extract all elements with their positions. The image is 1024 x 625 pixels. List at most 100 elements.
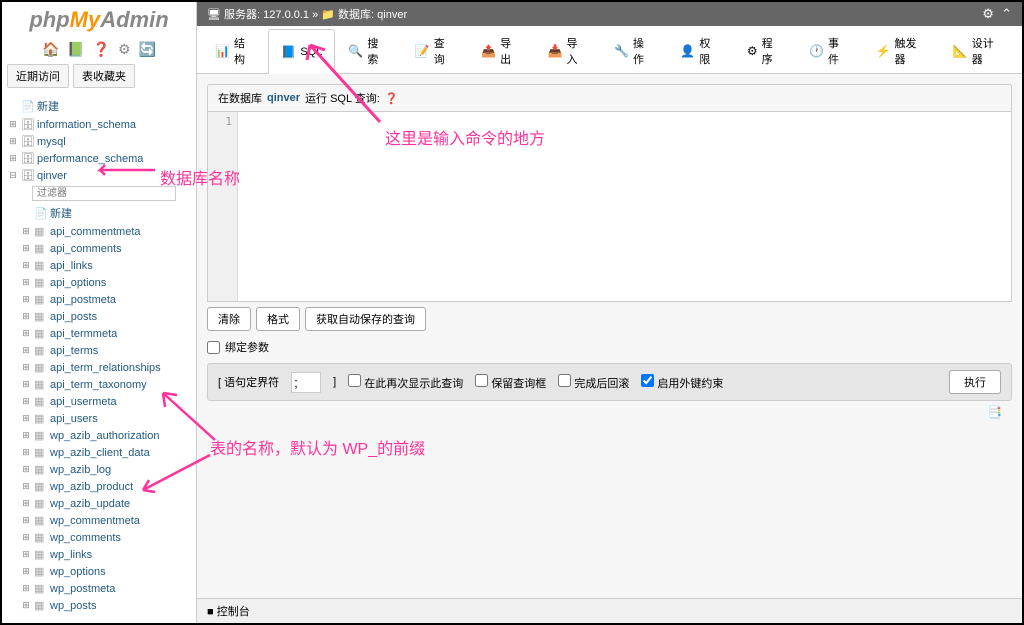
tree-table-wp_azib_authorization[interactable]: ⊞▦wp_azib_authorization <box>2 427 196 444</box>
settings-icon[interactable]: ⚙ <box>118 41 131 57</box>
tab-icon-5: 📥 <box>548 44 563 58</box>
tab-导出[interactable]: 📤导出 <box>468 28 534 73</box>
tab-icon-10: ⚡ <box>876 44 891 58</box>
tree-db-information_schema[interactable]: ⊞🗄information_schema <box>2 116 196 133</box>
sql-header: 在数据库 qinver 运行 SQL 查询: ❓ <box>207 84 1012 112</box>
format-button[interactable]: 格式 <box>256 307 300 331</box>
tab-事件[interactable]: 🕐事件 <box>796 28 862 73</box>
tab-icon-6: 🔧 <box>614 44 629 58</box>
collapse-icon[interactable]: ⌃ <box>1001 6 1012 21</box>
tree-table-api_term_taxonomy[interactable]: ⊞▦api_term_taxonomy <box>2 376 196 393</box>
tree-table-wp_options[interactable]: ⊞▦wp_options <box>2 563 196 580</box>
reshow-checkbox[interactable] <box>348 374 361 387</box>
tab-设计器[interactable]: 📐设计器 <box>940 28 1017 73</box>
tree-table-api_users[interactable]: ⊞▦api_users <box>2 410 196 427</box>
server-label: 服务器: <box>224 9 260 21</box>
server-link[interactable]: 127.0.0.1 <box>263 9 309 21</box>
favorites-button[interactable]: 表收藏夹 <box>73 64 135 88</box>
tree-table-wp_azib_product[interactable]: ⊞▦wp_azib_product <box>2 478 196 495</box>
delimiter-label: 语句定界符 <box>224 377 279 389</box>
sql-header-db[interactable]: qinver <box>267 92 300 104</box>
delimiter-row: [ 语句定界符 ] 在此再次显示此查询 保留查询框 完成后回滚 启用外键约束 执… <box>207 363 1012 401</box>
autosave-button[interactable]: 获取自动保存的查询 <box>305 307 426 331</box>
tree-table-api_postmeta[interactable]: ⊞▦api_postmeta <box>2 291 196 308</box>
db-icon: 📁 <box>321 9 335 21</box>
logo-php: php <box>29 7 69 32</box>
line-numbers: 1 <box>208 112 238 301</box>
toolbar-icons: 🏠 📗 ❓ ⚙ 🔄 <box>2 38 196 61</box>
tab-查询[interactable]: 📝查询 <box>402 28 468 73</box>
tree-table-wp_azib_log[interactable]: ⊞▦wp_azib_log <box>2 461 196 478</box>
tree-table-wp_posts[interactable]: ⊞▦wp_posts <box>2 597 196 614</box>
tab-结构[interactable]: 📊结构 <box>202 28 268 73</box>
tab-icon-2: 🔍 <box>348 44 363 58</box>
tree-table-api_options[interactable]: ⊞▦api_options <box>2 274 196 291</box>
retain-checkbox[interactable] <box>475 374 488 387</box>
logout-icon[interactable]: 📗 <box>67 41 84 57</box>
tree-table-wp_comments[interactable]: ⊞▦wp_comments <box>2 529 196 546</box>
tree-new-table[interactable]: 📄新建 <box>2 203 196 223</box>
tree-table-wp_commentmeta[interactable]: ⊞▦wp_commentmeta <box>2 512 196 529</box>
tree-table-wp_azib_update[interactable]: ⊞▦wp_azib_update <box>2 495 196 512</box>
sql-header-prefix: 在数据库 <box>218 90 262 106</box>
tab-权限[interactable]: 👤权限 <box>667 28 733 73</box>
docs-icon[interactable]: ❓ <box>93 41 110 57</box>
db-label: 数据库: <box>338 9 374 21</box>
tree-table-api_commentmeta[interactable]: ⊞▦api_commentmeta <box>2 223 196 240</box>
tab-icon-9: 🕐 <box>809 44 824 58</box>
tab-程序[interactable]: ⚙程序 <box>734 28 796 73</box>
logo[interactable]: phpMyAdmin <box>2 2 196 38</box>
sql-editor[interactable] <box>238 112 1011 301</box>
rollback-checkbox[interactable] <box>558 374 571 387</box>
server-icon: 🖥 <box>207 9 221 21</box>
main-panel: 🖥 服务器: 127.0.0.1 » 📁 数据库: qinver ⚙ ⌃ 📊结构… <box>197 2 1022 623</box>
tree-table-wp_azib_client_data[interactable]: ⊞▦wp_azib_client_data <box>2 444 196 461</box>
bind-params-checkbox[interactable] <box>207 341 220 354</box>
tree-table-api_links[interactable]: ⊞▦api_links <box>2 257 196 274</box>
tree-table-api_comments[interactable]: ⊞▦api_comments <box>2 240 196 257</box>
help-icon[interactable]: ❓ <box>385 92 399 105</box>
logo-my: My <box>70 7 101 32</box>
tree-table-api_term_relationships[interactable]: ⊞▦api_term_relationships <box>2 359 196 376</box>
home-icon[interactable]: 🏠 <box>42 41 59 57</box>
tab-icon-1: 📘 <box>281 45 296 59</box>
tab-SQL[interactable]: 📘SQL <box>268 29 335 74</box>
tab-icon-8: ⚙ <box>747 44 758 58</box>
tab-导入[interactable]: 📥导入 <box>535 28 601 73</box>
breadcrumb: 🖥 服务器: 127.0.0.1 » 📁 数据库: qinver ⚙ ⌃ <box>197 2 1022 26</box>
tree-table-api_terms[interactable]: ⊞▦api_terms <box>2 342 196 359</box>
tree-table-api_termmeta[interactable]: ⊞▦api_termmeta <box>2 325 196 342</box>
db-link[interactable]: qinver <box>377 9 407 21</box>
tab-搜索[interactable]: 🔍搜索 <box>335 28 401 73</box>
tabs: 📊结构📘SQL🔍搜索📝查询📤导出📥导入🔧操作👤权限⚙程序🕐事件⚡触发器📐设计器 <box>197 26 1022 74</box>
fk-checkbox[interactable] <box>641 374 654 387</box>
tree-table-api_posts[interactable]: ⊞▦api_posts <box>2 308 196 325</box>
tab-icon-4: 📤 <box>481 44 496 58</box>
sidebar: phpMyAdmin 🏠 📗 ❓ ⚙ 🔄 近期访问 表收藏夹 📄新建⊞🗄info… <box>2 2 197 623</box>
tab-icon-0: 📊 <box>215 44 230 58</box>
delimiter-input[interactable] <box>291 372 321 393</box>
tree-table-wp_links[interactable]: ⊞▦wp_links <box>2 546 196 563</box>
bookmark-icon[interactable]: 📑 <box>207 401 1012 423</box>
db-tree: 📄新建⊞🗄information_schema⊞🗄mysql⊞🗄performa… <box>2 91 196 623</box>
tab-操作[interactable]: 🔧操作 <box>601 28 667 73</box>
tab-icon-3: 📝 <box>415 44 430 58</box>
clear-button[interactable]: 清除 <box>207 307 251 331</box>
recent-button[interactable]: 近期访问 <box>7 64 69 88</box>
tree-new[interactable]: 📄新建 <box>2 96 196 116</box>
tree-table-api_usermeta[interactable]: ⊞▦api_usermeta <box>2 393 196 410</box>
tree-db-qinver[interactable]: ⊟🗄qinver <box>2 167 196 184</box>
reload-icon[interactable]: 🔄 <box>139 41 156 57</box>
execute-button[interactable]: 执行 <box>949 370 1001 394</box>
settings-gear-icon[interactable]: ⚙ <box>982 6 994 21</box>
sql-header-suffix: 运行 SQL 查询: <box>305 90 380 106</box>
filter-input[interactable] <box>32 186 176 201</box>
tree-db-performance_schema[interactable]: ⊞🗄performance_schema <box>2 150 196 167</box>
tree-table-wp_postmeta[interactable]: ⊞▦wp_postmeta <box>2 580 196 597</box>
tab-icon-11: 📐 <box>953 44 968 58</box>
tab-icon-7: 👤 <box>680 44 695 58</box>
tree-db-mysql[interactable]: ⊞🗄mysql <box>2 133 196 150</box>
console-bar[interactable]: ■ 控制台 <box>197 598 1022 623</box>
bind-params-label: 绑定参数 <box>225 339 269 355</box>
tab-触发器[interactable]: ⚡触发器 <box>863 28 940 73</box>
